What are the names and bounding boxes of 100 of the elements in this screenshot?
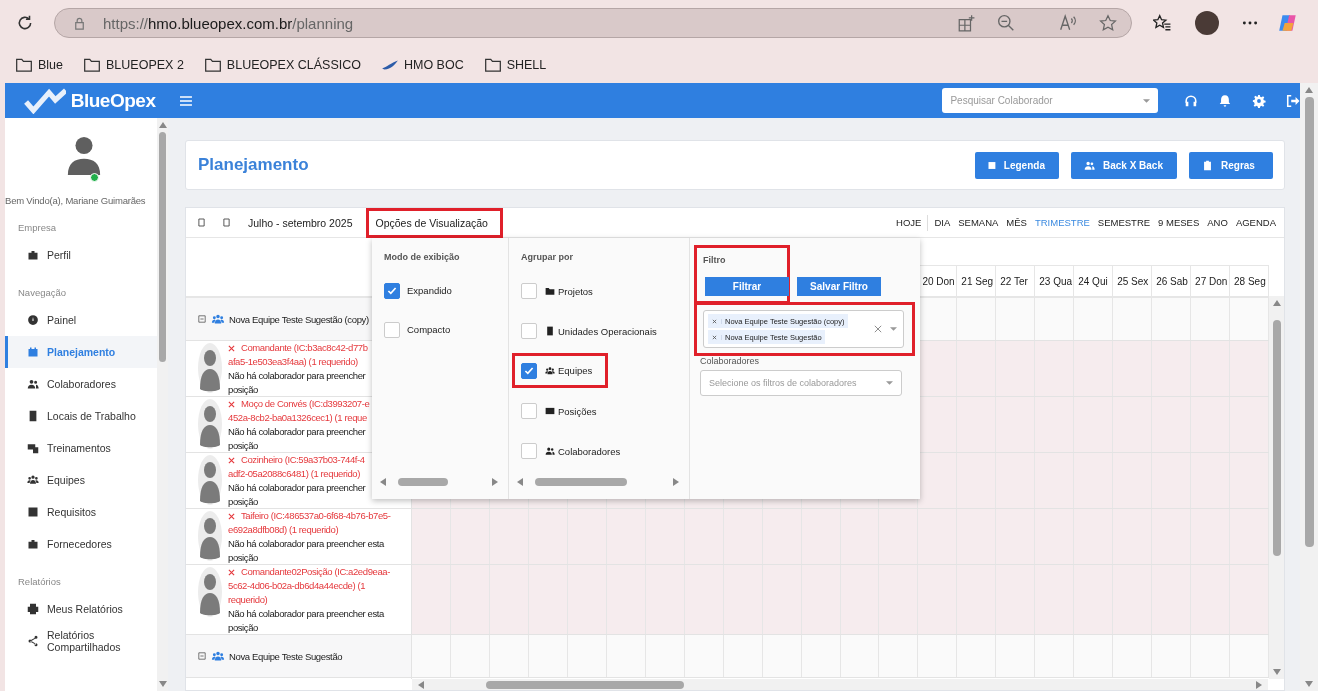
clipboard-icon (1202, 159, 1213, 171)
team-icon (545, 365, 555, 376)
checkbox[interactable] (521, 443, 537, 459)
view-tab[interactable]: SEMESTRE (1093, 217, 1155, 228)
view-tab[interactable]: ANO (1203, 217, 1232, 228)
view-tab[interactable]: SEMANA (954, 217, 1003, 228)
cross-icon (228, 456, 235, 464)
filter-button[interactable]: Salvar Filtro (797, 277, 881, 296)
settings-icon[interactable] (1252, 93, 1267, 108)
checkbox[interactable] (384, 321, 400, 338)
building-icon (545, 326, 555, 336)
day-header: 28 Seg (1230, 266, 1269, 296)
printer-icon (27, 603, 39, 615)
sidebar-item[interactable]: Fornecedores (5, 528, 157, 560)
logout-icon[interactable] (1286, 93, 1300, 108)
next-icon[interactable] (223, 218, 230, 227)
position-note: posição (228, 383, 259, 397)
briefcase-icon (27, 538, 39, 550)
group-by-option[interactable]: Projetos (521, 271, 689, 311)
address-bar[interactable]: https://hmo.blueopex.com.br/planning (54, 8, 1132, 38)
day-header: 26 Sab (1152, 266, 1192, 296)
position-title: Comandante02Posição (IC:a2ed9eaa- (228, 565, 390, 579)
checkbox[interactable] (521, 323, 537, 339)
user-avatar-icon (65, 134, 103, 178)
bookmark[interactable]: Blue (15, 55, 64, 74)
headset-icon[interactable] (1184, 93, 1199, 108)
profile-avatar[interactable] (1195, 11, 1219, 35)
scrollbar[interactable] (380, 477, 498, 487)
person-silhouette-icon (198, 511, 222, 561)
display-mode-option[interactable]: Expandido (384, 271, 508, 310)
sidebar-item[interactable]: Painel (5, 304, 157, 336)
team-icon (211, 649, 225, 663)
sidebar-item[interactable]: Relatórios Compartilhados (5, 625, 157, 657)
position-title: Cozinheiro (IC:59a37b03-744f-4 (228, 453, 366, 467)
scrollbar[interactable] (1269, 296, 1284, 679)
toolbar-button[interactable]: Legenda (974, 151, 1059, 179)
checkbox[interactable] (521, 362, 537, 379)
sidebar-item[interactable]: Treinamentos (5, 432, 157, 464)
clear-icon[interactable] (874, 325, 882, 333)
sidebar-item[interactable]: Colaboradores (5, 368, 157, 400)
view-tab[interactable]: MÊS (1002, 217, 1031, 228)
bookmark[interactable]: BLUEOPEX CLÁSSICO (203, 55, 361, 74)
bell-icon[interactable] (1218, 93, 1233, 108)
building-icon (27, 410, 39, 422)
group-by-option[interactable]: Unidades Operacionais (521, 311, 689, 351)
position-title: Comandante (IC:b3ac8c42-d77b (228, 341, 368, 355)
group-by-option[interactable]: Colaboradores (521, 431, 689, 471)
brand-logo-icon (24, 87, 66, 114)
scrollbar[interactable] (412, 679, 1268, 690)
checkbox[interactable] (521, 283, 537, 299)
position-note: posição (228, 551, 259, 565)
collapse-icon[interactable] (198, 652, 206, 660)
collapse-icon[interactable] (198, 315, 206, 323)
sidebar-item[interactable]: Locais de Trabalho (5, 400, 157, 432)
group-by-option[interactable]: Equipes (512, 353, 608, 388)
filter-button[interactable]: Filtrar (705, 277, 789, 296)
brand-name: BlueOpex (70, 89, 156, 112)
favorites-icon[interactable] (1153, 14, 1171, 32)
star-icon[interactable] (1099, 14, 1117, 32)
view-tab[interactable]: 9 MESES (1154, 217, 1204, 228)
read-aloud-icon[interactable] (1059, 14, 1077, 32)
scrollbar[interactable] (517, 477, 679, 487)
folder-icon (545, 286, 555, 296)
bookmark[interactable]: HMO BOC (380, 55, 464, 74)
group-by-option[interactable]: Posições (521, 391, 689, 431)
view-tab[interactable]: TRIMESTRE (1030, 217, 1094, 228)
previous-icon[interactable] (198, 218, 205, 227)
caret-icon (886, 381, 893, 385)
position-title-line: adf2-05a2088c6481) (1 requerido) (228, 467, 361, 481)
cross-icon (228, 344, 235, 352)
sidebar-item[interactable]: Requisitos (5, 496, 157, 528)
view-options-button[interactable]: Opções de Visualização (366, 207, 503, 238)
sidebar-item[interactable]: Equipes (5, 464, 157, 496)
date-range: Julho - setembro 2025 (248, 216, 353, 229)
cross-icon (228, 512, 235, 520)
reload-icon[interactable] (16, 14, 34, 32)
toolbar-button[interactable]: Regras (1189, 151, 1273, 179)
display-mode-option[interactable]: Compacto (384, 310, 508, 349)
sidebar-item[interactable]: Planejamento (5, 336, 157, 368)
position-note: Não há colaborador para preencher (228, 369, 367, 383)
person-silhouette-icon (198, 455, 222, 505)
menu-icon[interactable] (180, 95, 193, 106)
view-tab[interactable]: HOJE (892, 217, 926, 228)
scrollbar[interactable] (1300, 83, 1318, 691)
caret-icon (890, 327, 897, 331)
app-grid-icon[interactable] (957, 14, 975, 32)
section-heading: Empresa (17, 221, 57, 235)
people-icon (1083, 159, 1095, 171)
checkbox[interactable] (384, 282, 400, 299)
sidebar-item[interactable]: Perfil (5, 239, 157, 271)
sidebar-item[interactable]: Meus Relatórios (5, 593, 157, 625)
assistant-logo-icon[interactable] (1277, 12, 1299, 34)
bookmark[interactable]: BLUEOPEX 2 (83, 55, 184, 74)
bookmark[interactable]: SHELL (483, 55, 547, 74)
zoom-out-icon[interactable] (997, 14, 1015, 32)
checkbox[interactable] (521, 403, 537, 419)
toolbar-button[interactable]: Back X Back (1070, 151, 1177, 179)
view-tab[interactable]: DIA (930, 217, 955, 228)
caret-icon (1143, 98, 1151, 103)
view-tab[interactable]: AGENDA (1231, 217, 1280, 228)
